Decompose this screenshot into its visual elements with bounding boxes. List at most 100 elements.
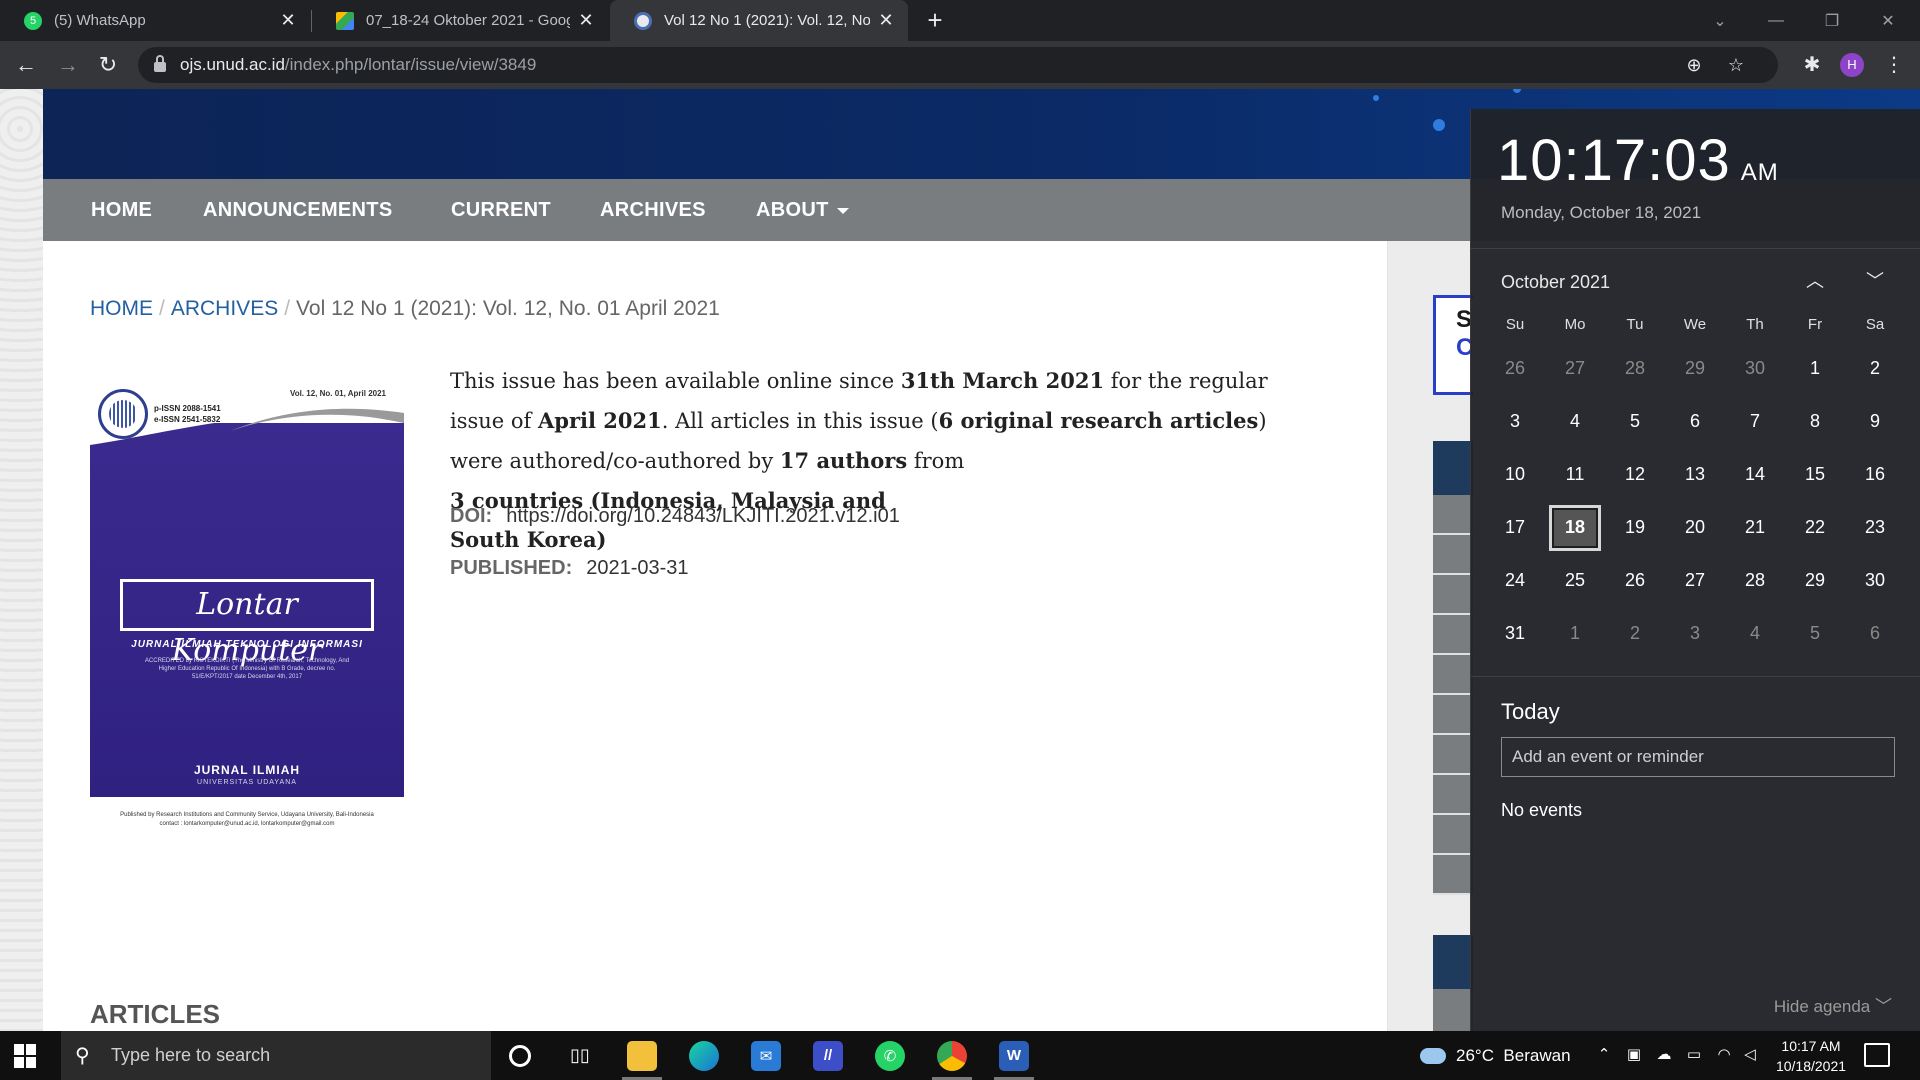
chrome-icon[interactable]: [922, 1031, 982, 1080]
calendar-day[interactable]: 29: [1785, 554, 1845, 607]
calendar-day[interactable]: 27: [1545, 342, 1605, 395]
forward-button[interactable]: →: [54, 51, 82, 79]
address-bar[interactable]: ojs.unud.ac.id/index.php/lontar/issue/vi…: [138, 47, 1778, 83]
cortana-icon[interactable]: [490, 1031, 550, 1080]
breadcrumb-home[interactable]: HOME: [90, 297, 153, 320]
extensions-puzzle-icon[interactable]: ✱: [1798, 51, 1826, 79]
sidebar-menu-item[interactable]: [1433, 989, 1473, 1031]
chrome-menu-icon[interactable]: ⋮: [1880, 51, 1908, 79]
taskbar-search-box[interactable]: ⚲ Type here to search: [61, 1031, 491, 1080]
close-tab-icon[interactable]: ✕: [876, 10, 896, 31]
nav-about[interactable]: ABOUT: [756, 179, 849, 241]
calendar-day[interactable]: 14: [1725, 448, 1785, 501]
close-tab-icon[interactable]: ✕: [576, 10, 596, 31]
meet-now-icon[interactable]: ▣: [1624, 1045, 1644, 1065]
calendar-day[interactable]: 20: [1665, 501, 1725, 554]
calendar-day[interactable]: 7: [1725, 395, 1785, 448]
calendar-day[interactable]: 1: [1785, 342, 1845, 395]
calendar-day[interactable]: 16: [1845, 448, 1905, 501]
add-event-input[interactable]: [1501, 737, 1895, 777]
mail-icon[interactable]: ✉: [736, 1031, 796, 1080]
onedrive-cloud-icon[interactable]: ☁: [1654, 1045, 1674, 1065]
wifi-icon[interactable]: ◠: [1714, 1045, 1734, 1065]
task-view-icon[interactable]: ▯▯: [550, 1031, 610, 1080]
calendar-day[interactable]: 6: [1665, 395, 1725, 448]
calendar-day[interactable]: 12: [1605, 448, 1665, 501]
show-hidden-icons-chevron-up-icon[interactable]: ⌃: [1594, 1045, 1614, 1065]
calendar-day[interactable]: 31: [1485, 607, 1545, 660]
calendar-day[interactable]: 15: [1785, 448, 1845, 501]
calendar-day[interactable]: 25: [1545, 554, 1605, 607]
tab-google-drive[interactable]: 07_18-24 Oktober 2021 - Google ✕: [312, 0, 608, 41]
calendar-day[interactable]: 17: [1485, 501, 1545, 554]
calendar-day[interactable]: 19: [1605, 501, 1665, 554]
nav-announcements[interactable]: ANNOUNCEMENTS: [203, 179, 392, 241]
calendar-day[interactable]: 22: [1785, 501, 1845, 554]
file-explorer-icon[interactable]: [612, 1031, 672, 1080]
calendar-day[interactable]: 5: [1605, 395, 1665, 448]
sidebar-menu-item[interactable]: [1433, 441, 1473, 495]
calendar-day[interactable]: 6: [1845, 607, 1905, 660]
zoom-icon[interactable]: ⊕: [1682, 53, 1706, 77]
calendar-day[interactable]: 9: [1845, 395, 1905, 448]
calendar-day[interactable]: 30: [1725, 342, 1785, 395]
calendar-day[interactable]: 24: [1485, 554, 1545, 607]
tab-search-chevron-icon[interactable]: ⌄: [1692, 0, 1748, 41]
calendar-day[interactable]: 13: [1665, 448, 1725, 501]
whatsapp-icon[interactable]: ✆: [860, 1031, 920, 1080]
calendar-day[interactable]: 27: [1665, 554, 1725, 607]
calendar-day[interactable]: 26: [1605, 554, 1665, 607]
calendar-day[interactable]: 11: [1545, 448, 1605, 501]
calendar-day[interactable]: 2: [1605, 607, 1665, 660]
restore-button[interactable]: ❐: [1804, 0, 1860, 41]
weather-widget[interactable]: 26°C Berawan: [1420, 1031, 1571, 1080]
sidebar-menu-item[interactable]: [1433, 935, 1473, 989]
profile-avatar[interactable]: H: [1840, 53, 1864, 77]
edge-icon[interactable]: [674, 1031, 734, 1080]
new-tab-button[interactable]: +: [920, 6, 950, 36]
nav-home[interactable]: HOME: [91, 179, 152, 241]
taskbar-clock[interactable]: 10:17 AM 10/18/2021: [1766, 1036, 1856, 1076]
close-tab-icon[interactable]: ✕: [278, 10, 298, 31]
calendar-day[interactable]: 21: [1725, 501, 1785, 554]
previous-month-chevron-up-icon[interactable]: ︿: [1801, 267, 1829, 295]
doi-link[interactable]: https://doi.org/10.24843/LKJITI.2021.v12…: [506, 505, 900, 527]
calendar-month-label[interactable]: October 2021: [1501, 272, 1610, 293]
lock-icon[interactable]: [154, 55, 166, 72]
reload-button[interactable]: ↻: [94, 51, 122, 79]
issue-cover-image[interactable]: p-ISSN 2088-1541 e-ISSN 2541-5832 Vol. 12…: [90, 383, 404, 853]
volume-icon[interactable]: ◁: [1740, 1045, 1760, 1065]
notification-center-icon[interactable]: [1864, 1043, 1890, 1067]
breadcrumb-archives[interactable]: ARCHIVES: [171, 297, 278, 320]
calendar-day[interactable]: 28: [1605, 342, 1665, 395]
word-icon[interactable]: W: [984, 1031, 1044, 1080]
calendar-day[interactable]: 10: [1485, 448, 1545, 501]
calendar-day[interactable]: 5: [1785, 607, 1845, 660]
nav-archives[interactable]: ARCHIVES: [600, 179, 706, 241]
close-window-button[interactable]: ✕: [1860, 0, 1916, 41]
sidebar-menu-list[interactable]: [1433, 495, 1473, 895]
calendar-day[interactable]: 4: [1545, 395, 1605, 448]
calendar-day[interactable]: 26: [1485, 342, 1545, 395]
windows-start-icon[interactable]: [14, 1044, 38, 1068]
visual-studio-icon[interactable]: //: [798, 1031, 858, 1080]
tab-whatsapp[interactable]: 5 (5) WhatsApp ✕: [0, 0, 310, 41]
calendar-day[interactable]: 23: [1845, 501, 1905, 554]
next-month-chevron-down-icon[interactable]: ﹀: [1861, 267, 1889, 295]
back-button[interactable]: ←: [12, 51, 40, 79]
calendar-day[interactable]: 4: [1725, 607, 1785, 660]
calendar-day[interactable]: 29: [1665, 342, 1725, 395]
calendar-day[interactable]: 8: [1785, 395, 1845, 448]
minimize-button[interactable]: —: [1748, 0, 1804, 41]
calendar-day[interactable]: 1: [1545, 607, 1605, 660]
flyout-date[interactable]: Monday, October 18, 2021: [1501, 203, 1701, 223]
calendar-day[interactable]: 2: [1845, 342, 1905, 395]
sidebar-widget[interactable]: SC: [1433, 295, 1473, 395]
calendar-day[interactable]: 28: [1725, 554, 1785, 607]
nav-current[interactable]: CURRENT: [451, 179, 551, 241]
tab-journal-issue[interactable]: Vol 12 No 1 (2021): Vol. 12, No. 0 ✕: [610, 0, 908, 41]
bookmark-star-icon[interactable]: ☆: [1724, 53, 1748, 77]
calendar-day[interactable]: 30: [1845, 554, 1905, 607]
hide-agenda-button[interactable]: Hide agenda ﹀: [1774, 992, 1892, 1017]
calendar-day-today[interactable]: 18: [1545, 501, 1605, 554]
